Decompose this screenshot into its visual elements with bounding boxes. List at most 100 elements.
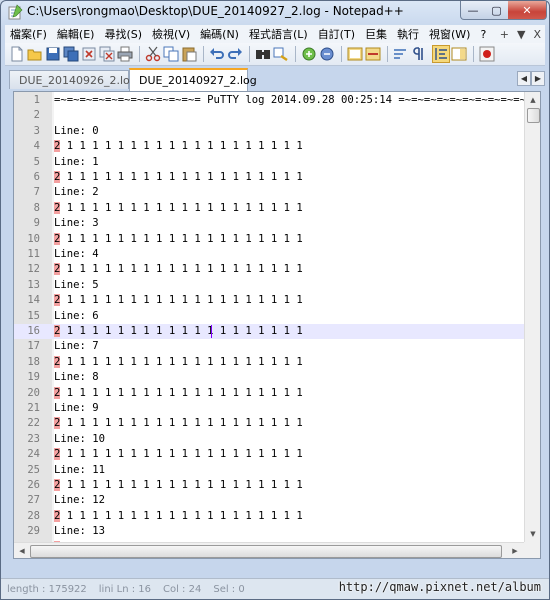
editor-line[interactable]: 12 2 1 1 1 1 1 1 1 1 1 1 1 1 1 1 1 1 1 1 … — [14, 262, 524, 277]
line-text: 2 1 1 1 1 1 1 1 1 1 1 1 1 1 1 1 1 1 1 1 — [54, 447, 303, 462]
editor-line[interactable]: 11 Line: 4 — [14, 247, 524, 262]
cut-icon[interactable] — [145, 46, 161, 62]
tab-due-20140927[interactable]: DUE_20140927_2.log — [129, 68, 257, 91]
menu-settings[interactable]: 自訂(T) — [313, 26, 360, 42]
paste-icon[interactable] — [181, 46, 197, 62]
horizontal-scrollbar[interactable]: ◀ ▶ — [14, 542, 524, 558]
tab-scroll-left-button[interactable]: ◀ — [517, 71, 531, 86]
editor-line[interactable]: 16 2 1 1 1 1 1 1 1 1 1 1 1 1 1 1 1 1 1 1 … — [14, 324, 524, 340]
vertical-scroll-thumb[interactable] — [527, 108, 540, 123]
editor-line[interactable]: 1 =~=~=~=~=~=~=~=~=~=~=~= PuTTY log 2014.… — [14, 93, 540, 108]
find-icon[interactable] — [255, 46, 271, 62]
new-file-icon[interactable] — [9, 46, 25, 62]
editor-line[interactable]: 15 Line: 6 — [14, 309, 524, 324]
sync-scroll-icon[interactable] — [347, 46, 363, 62]
editor-line[interactable]: 10 2 1 1 1 1 1 1 1 1 1 1 1 1 1 1 1 1 1 1 … — [14, 232, 524, 247]
print-icon[interactable] — [117, 46, 133, 62]
editor-line[interactable]: 8 2 1 1 1 1 1 1 1 1 1 1 1 1 1 1 1 1 1 1 1 — [14, 201, 524, 216]
menu-view[interactable]: 檢視(V) — [147, 26, 195, 42]
title-bar[interactable]: C:\Users\rongmao\Desktop\DUE_20140927_2.… — [1, 1, 549, 23]
menu-macro[interactable]: 巨集 — [360, 26, 392, 42]
line-text: 2 1 1 1 1 1 1 1 1 1 1 1 1 1 1 1 1 1 1 1 — [54, 416, 303, 431]
line-content: 1 1 1 1 1 1 1 1 1 1 1 1 1 1 1 1 1 1 1 — [60, 355, 303, 368]
tab-due-20140926[interactable]: DUE_20140926_2.log — [9, 70, 137, 89]
menu-help[interactable]: ? — [475, 28, 491, 41]
menu-run[interactable]: 執行 — [392, 26, 424, 42]
editor-line[interactable]: 13 Line: 5 — [14, 278, 524, 293]
editor-line[interactable]: 17 Line: 7 — [14, 339, 524, 354]
doc-map-icon[interactable] — [451, 46, 467, 62]
horizontal-scroll-thumb[interactable] — [30, 545, 502, 558]
menu-edit[interactable]: 編輯(E) — [52, 26, 100, 42]
editor-line[interactable]: 19 Line: 8 — [14, 370, 524, 385]
editor-line[interactable]: 20 2 1 1 1 1 1 1 1 1 1 1 1 1 1 1 1 1 1 1 … — [14, 386, 524, 401]
doc-list-button[interactable]: ▼ — [513, 28, 529, 41]
open-file-icon[interactable] — [27, 46, 43, 62]
editor-line[interactable]: 4 2 1 1 1 1 1 1 1 1 1 1 1 1 1 1 1 1 1 1 1 — [14, 139, 524, 154]
menu-window[interactable]: 視窗(W) — [424, 26, 475, 42]
line-content: Line: 1 — [54, 155, 99, 168]
scroll-right-icon[interactable]: ▶ — [508, 543, 522, 558]
editor-line[interactable]: 27 Line: 12 — [14, 493, 524, 508]
close-file-icon[interactable] — [81, 46, 97, 62]
editor-line[interactable]: 22 2 1 1 1 1 1 1 1 1 1 1 1 1 1 1 1 1 1 1 … — [14, 416, 524, 431]
editor-line[interactable]: 3 Line: 0 — [14, 124, 524, 139]
editor-line[interactable]: 25 Line: 11 — [14, 463, 524, 478]
editor-line[interactable]: 18 2 1 1 1 1 1 1 1 1 1 1 1 1 1 1 1 1 1 1 … — [14, 355, 524, 370]
tab-scroll-right-button[interactable]: ▶ — [531, 71, 545, 86]
editor-line[interactable]: 9 Line: 3 — [14, 216, 524, 231]
editor-line[interactable]: 26 2 1 1 1 1 1 1 1 1 1 1 1 1 1 1 1 1 1 1 … — [14, 478, 524, 493]
line-number: 9 — [33, 217, 40, 230]
close-doc-button[interactable]: X — [529, 28, 545, 41]
scroll-left-icon[interactable]: ◀ — [15, 543, 29, 558]
sync-scroll-h-icon[interactable] — [365, 46, 381, 62]
line-text: Line: 5 — [54, 278, 99, 293]
undo-icon[interactable] — [209, 46, 225, 62]
save-icon[interactable] — [45, 46, 61, 62]
editor-line[interactable]: 6 2 1 1 1 1 1 1 1 1 1 1 1 1 1 1 1 1 1 1 1 — [14, 170, 524, 185]
line-content: 1 1 1 1 1 1 1 1 1 1 1 1 1 1 1 1 1 1 1 — [60, 140, 303, 153]
copy-icon[interactable] — [163, 46, 179, 62]
tab-label: DUE_20140926_2.log — [19, 73, 137, 87]
maximize-button[interactable]: ▢ — [485, 1, 509, 20]
editor-line[interactable]: 2 — [14, 108, 524, 123]
editor-line[interactable]: 7 Line: 2 — [14, 185, 524, 200]
menu-encoding[interactable]: 編碼(N) — [195, 26, 244, 42]
vertical-scrollbar[interactable]: ▲ ▼ — [524, 92, 540, 542]
close-button[interactable]: ✕ — [508, 1, 547, 20]
editor-pane[interactable]: 1 =~=~=~=~=~=~=~=~=~=~=~= PuTTY log 2014.… — [13, 91, 541, 559]
replace-icon[interactable] — [273, 46, 289, 62]
line-number: 16 — [27, 325, 40, 337]
scroll-up-icon[interactable]: ▲ — [525, 93, 540, 107]
scroll-down-icon[interactable]: ▼ — [525, 527, 540, 541]
line-text: Line: 2 — [54, 185, 99, 200]
zoom-out-icon[interactable] — [319, 46, 335, 62]
editor-line[interactable]: 14 2 1 1 1 1 1 1 1 1 1 1 1 1 1 1 1 1 1 1 … — [14, 293, 524, 308]
editor-line[interactable]: 23 Line: 10 — [14, 432, 524, 447]
line-number: 21 — [27, 402, 40, 414]
zoom-in-icon[interactable] — [301, 46, 317, 62]
editor-line[interactable]: 29 Line: 13 — [14, 524, 524, 539]
editor-line[interactable]: 5 Line: 1 — [14, 155, 524, 170]
line-number: 1 — [33, 94, 40, 106]
editor-line[interactable]: 28 2 1 1 1 1 1 1 1 1 1 1 1 1 1 1 1 1 1 1 … — [14, 509, 524, 524]
menu-file[interactable]: 檔案(F) — [5, 26, 52, 42]
tab-bar: DUE_20140926_2.log DUE_20140927_2.log ◀ … — [5, 68, 545, 91]
indent-guide-icon[interactable] — [432, 45, 450, 63]
restore-doc-button[interactable]: + — [496, 28, 513, 41]
editor-line[interactable]: 21 Line: 9 — [14, 401, 524, 416]
record-macro-icon[interactable] — [479, 46, 495, 62]
word-wrap-icon[interactable] — [393, 46, 409, 62]
show-all-chars-icon[interactable] — [411, 46, 427, 62]
minimize-button[interactable]: — — [460, 1, 486, 20]
toolbar-separator — [473, 46, 474, 62]
editor-line[interactable]: 24 2 1 1 1 1 1 1 1 1 1 1 1 1 1 1 1 1 1 1 … — [14, 447, 524, 462]
watermark-url: http://qmaw.pixnet.net/album — [338, 580, 541, 594]
menu-search[interactable]: 尋找(S) — [99, 26, 147, 42]
menu-language[interactable]: 程式語言(L) — [244, 26, 313, 42]
redo-icon[interactable] — [227, 46, 243, 62]
close-all-icon[interactable] — [99, 46, 115, 62]
line-text: Line: 13 — [54, 524, 105, 539]
status-sel: Sel : 0 — [213, 584, 245, 595]
save-all-icon[interactable] — [63, 46, 79, 62]
